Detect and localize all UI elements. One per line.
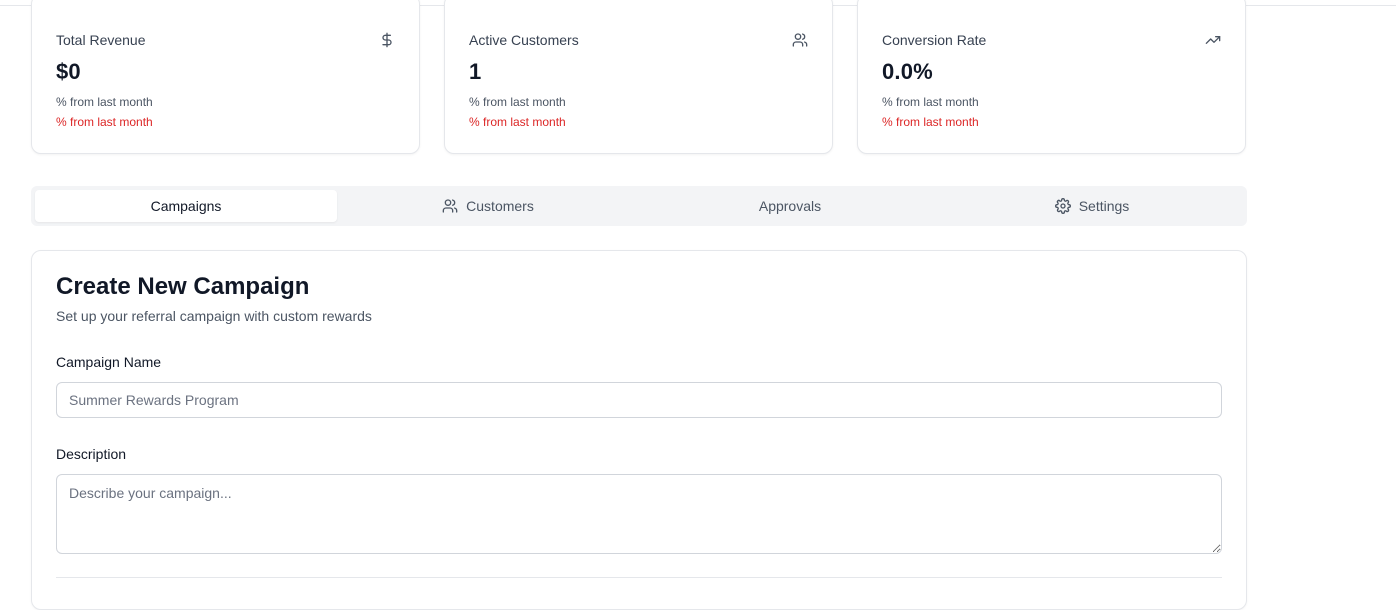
stat-card-conversion-rate: Conversion Rate 0.0% % from last month %… [857, 0, 1246, 154]
tab-list: Campaigns Customers Approvals Settings [31, 186, 1247, 226]
stat-value: $0 [56, 59, 81, 84]
description-label: Description [56, 446, 127, 462]
tab-label: Campaigns [150, 198, 222, 214]
stat-change-negative: % from last month [469, 115, 566, 129]
campaign-name-label: Campaign Name [56, 354, 162, 370]
create-campaign-card: Create New Campaign Set up your referral… [31, 250, 1247, 610]
stat-value: 1 [469, 59, 482, 84]
stat-value: 0.0% [882, 59, 933, 84]
stat-change-negative: % from last month [56, 115, 153, 129]
stat-label: Conversion Rate [882, 32, 987, 48]
dollar-icon [379, 32, 395, 48]
tab-customers[interactable]: Customers [337, 190, 639, 222]
section-divider [56, 577, 1222, 578]
stat-change-text: % from last month [882, 95, 979, 109]
tab-label: Customers [466, 198, 534, 214]
stat-label: Total Revenue [56, 32, 146, 48]
tab-campaigns[interactable]: Campaigns [35, 190, 337, 222]
stat-label: Active Customers [469, 32, 579, 48]
campaign-name-input[interactable] [56, 382, 1222, 418]
form-title: Create New Campaign [56, 273, 310, 300]
form-subtitle: Set up your referral campaign with custo… [56, 308, 372, 324]
stat-card-total-revenue: Total Revenue $0 % from last month % fro… [31, 0, 420, 154]
description-textarea[interactable] [56, 474, 1222, 554]
stat-change-negative: % from last month [882, 115, 979, 129]
gear-icon [1054, 198, 1071, 214]
tab-settings[interactable]: Settings [941, 190, 1243, 222]
trending-up-icon [1205, 32, 1221, 48]
stat-change-text: % from last month [469, 95, 566, 109]
tab-label: Settings [1078, 198, 1130, 214]
stat-card-active-customers: Active Customers 1 % from last month % f… [444, 0, 833, 154]
stat-change-text: % from last month [56, 95, 153, 109]
users-icon [792, 32, 808, 48]
tab-approvals[interactable]: Approvals [639, 190, 941, 222]
tab-label: Approvals [758, 198, 822, 214]
users-icon [442, 198, 458, 214]
